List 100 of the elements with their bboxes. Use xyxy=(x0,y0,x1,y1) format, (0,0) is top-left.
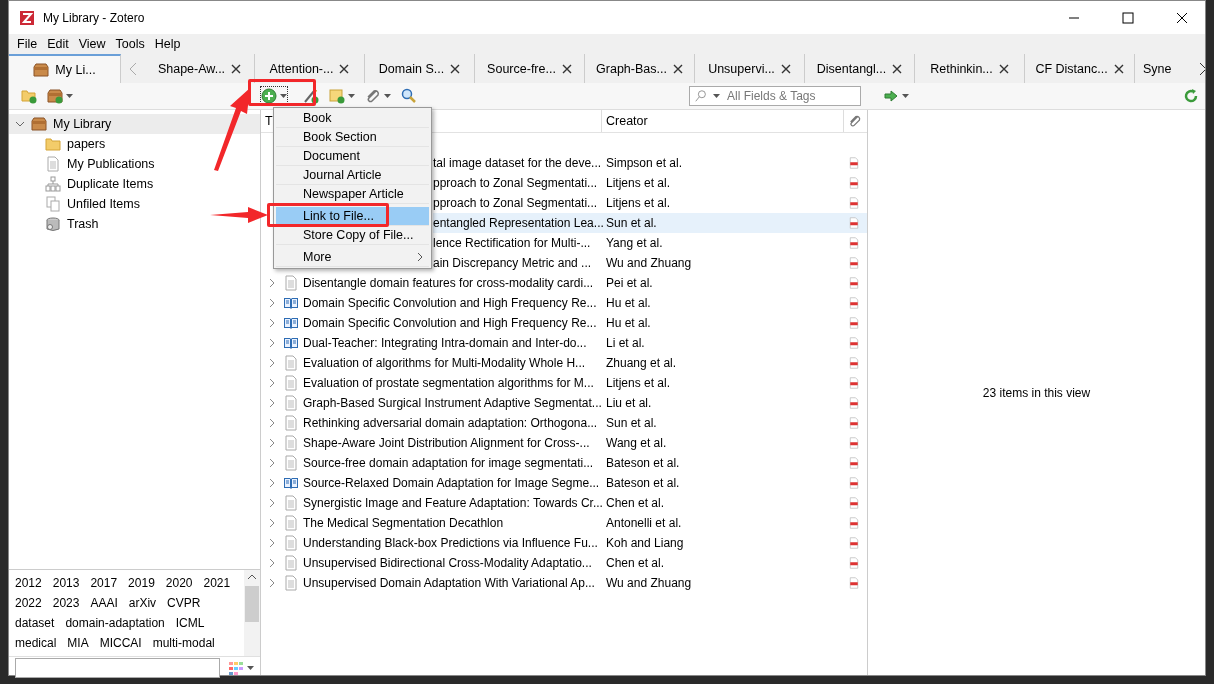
creator-cell-text: Hu et al. xyxy=(605,316,652,330)
library-item[interactable]: My Library xyxy=(9,114,260,134)
paperclip-icon xyxy=(365,88,381,104)
document-icon xyxy=(283,275,299,291)
table-row[interactable]: Unsupervised Bidirectional Cross-Modality Adaptatio... Chen et al. xyxy=(261,553,867,573)
close-icon xyxy=(561,63,572,74)
tag[interactable]: MIA xyxy=(67,636,89,650)
tag[interactable]: dataset xyxy=(15,616,55,630)
search-field[interactable]: All Fields & Tags xyxy=(689,86,861,106)
tag[interactable]: 2020 xyxy=(165,576,193,590)
caret-icon xyxy=(247,666,254,670)
caret-icon xyxy=(348,94,355,98)
table-row[interactable]: Rethinking adversarial domain adaptation: Orthogona... Sun et al. xyxy=(261,413,867,433)
table-row[interactable]: Disentangle domain features for cross-modality cardi... Pei et al. xyxy=(261,273,867,293)
book-icon xyxy=(283,475,299,491)
pdf-icon xyxy=(848,297,860,309)
column-header[interactable]: T xyxy=(265,114,273,128)
tag-filter-field[interactable] xyxy=(15,658,220,678)
collection-item[interactable]: Trash xyxy=(39,214,105,234)
tag[interactable]: medical xyxy=(15,636,57,650)
tag[interactable]: 2013 xyxy=(52,576,80,590)
library-box-icon xyxy=(31,116,47,132)
table-row[interactable]: pproach to Zonal Segmentati... Litjens et al. xyxy=(433,173,867,193)
tag[interactable]: MICCAI xyxy=(99,636,142,650)
collection-item[interactable]: Duplicate Items xyxy=(39,174,160,194)
tag[interactable]: 2021 xyxy=(203,576,231,590)
menu-item[interactable]: Tools xyxy=(111,36,149,51)
tag[interactable]: AAAI xyxy=(90,596,118,610)
collection-item[interactable]: My Publications xyxy=(39,154,161,174)
pdf-icon xyxy=(848,437,860,449)
title-cell-text: pproach to Zonal Segmentati... xyxy=(433,196,599,210)
document-icon xyxy=(283,355,299,371)
tag[interactable]: 2022 xyxy=(15,596,42,610)
creator-cell-text: Litjens et al. xyxy=(605,196,672,210)
collection-item[interactable]: papers xyxy=(39,134,112,154)
table-row[interactable]: Source-free domain adaptation for image segmentati... Bateson et al. xyxy=(261,453,867,473)
menu-item[interactable]: View xyxy=(74,36,110,51)
library-box-icon xyxy=(33,61,50,78)
pdf-icon xyxy=(848,577,860,589)
document-icon xyxy=(283,375,299,391)
menu-item[interactable]: Edit xyxy=(43,36,73,51)
pdf-icon xyxy=(848,457,860,469)
creator-cell-text: Antonelli et al. xyxy=(605,516,683,530)
pdf-icon xyxy=(848,197,860,209)
pdf-icon xyxy=(848,177,860,189)
table-row[interactable]: pproach to Zonal Segmentati... Litjens et al. xyxy=(433,193,867,213)
creator-cell-text: Zhuang et al. xyxy=(605,356,678,370)
table-row[interactable]: entangled Representation Lea... Sun et al. xyxy=(433,213,867,233)
tag[interactable]: domain-adaptation xyxy=(65,616,165,630)
tab[interactable]: My Li... xyxy=(9,54,121,83)
menu-item[interactable]: Journal Article xyxy=(276,166,429,185)
table-row[interactable]: Unsupervised Domain Adaptation With Variational Ap... Wu and Zhuang xyxy=(261,573,867,593)
collection-item[interactable]: Unfiled Items xyxy=(39,194,146,214)
paperclip-icon xyxy=(848,114,862,128)
document-icon xyxy=(283,495,299,511)
menu-item[interactable]: File xyxy=(13,36,42,51)
table-row[interactable]: Shape-Aware Joint Distribution Alignment for Cross-... Wang et al. xyxy=(261,433,867,453)
table-row[interactable]: Understanding Black-box Predictions via Influence Fu... Koh and Liang xyxy=(261,533,867,553)
menu-item[interactable]: Document xyxy=(276,147,429,166)
menu-item[interactable]: Book Section xyxy=(276,128,429,147)
menu-item[interactable]: Newspaper Article xyxy=(276,185,429,204)
pdf-icon xyxy=(848,517,860,529)
chevron-right-icon xyxy=(1199,61,1205,76)
creator-cell-text: Hu et al. xyxy=(605,296,652,310)
tag[interactable]: CVPR xyxy=(167,596,201,610)
table-row[interactable]: Source-Relaxed Domain Adaptation for Image Segme... Bateson et al. xyxy=(261,473,867,493)
creator-cell-text: Bateson et al. xyxy=(605,456,681,470)
table-row[interactable]: Evaluation of prostate segmentation algorithms for M... Litjens et al. xyxy=(261,373,867,393)
pdf-icon xyxy=(848,377,860,389)
table-row[interactable]: tal image dataset for the deve... Simpson et al. xyxy=(433,153,867,173)
column-header[interactable]: Creator xyxy=(606,114,648,128)
creator-cell-text: Wu and Zhuang xyxy=(605,576,693,590)
menu-item[interactable]: Book xyxy=(276,109,429,128)
table-row[interactable]: Evaluation of algorithms for Multi-Modality Whole H... Zhuang et al. xyxy=(261,353,867,373)
tag[interactable]: multi-modal xyxy=(152,636,215,650)
table-row[interactable]: Domain Specific Convolution and High Frequency Re... Hu et al. xyxy=(261,293,867,313)
menu-item[interactable]: Link to File... xyxy=(276,207,429,226)
table-row[interactable]: Dual-Teacher: Integrating Intra-domain and Inter-do... Li et al. xyxy=(261,333,867,353)
menu-item[interactable]: Store Copy of File... xyxy=(276,226,429,245)
tag[interactable]: 2023 xyxy=(52,596,80,610)
tag[interactable]: arXiv xyxy=(128,596,157,610)
tag[interactable]: 2012 xyxy=(15,576,42,590)
table-row[interactable]: The Medical Segmentation Decathlon Antonelli et al. xyxy=(261,513,867,533)
menu-item[interactable]: More xyxy=(276,248,429,267)
table-row[interactable]: Graph-Based Surgical Instrument Adaptive Segmentat... Liu et al. xyxy=(261,393,867,413)
tag[interactable]: ICML xyxy=(175,616,205,630)
table-row[interactable]: Domain Specific Convolution and High Frequency Re... Hu et al. xyxy=(261,313,867,333)
book-icon xyxy=(283,335,299,351)
app-logo-icon xyxy=(19,9,35,26)
table-row[interactable]: Synergistic Image and Feature Adaptation: Towards Cr... Chen et al. xyxy=(261,493,867,513)
close-icon xyxy=(1176,11,1188,24)
document-icon xyxy=(283,555,299,571)
table-row[interactable]: ain Discrepancy Metric and ... Wu and Zhuang xyxy=(433,253,867,273)
tag[interactable]: 2019 xyxy=(128,576,155,590)
tag[interactable]: 2017 xyxy=(90,576,118,590)
library-add-icon xyxy=(47,88,63,104)
pdf-icon xyxy=(848,277,860,289)
menu-item[interactable]: Help xyxy=(150,36,185,51)
table-row[interactable]: lence Rectification for Multi-... Yang et al. xyxy=(433,233,867,253)
scrollbar[interactable] xyxy=(244,570,260,656)
